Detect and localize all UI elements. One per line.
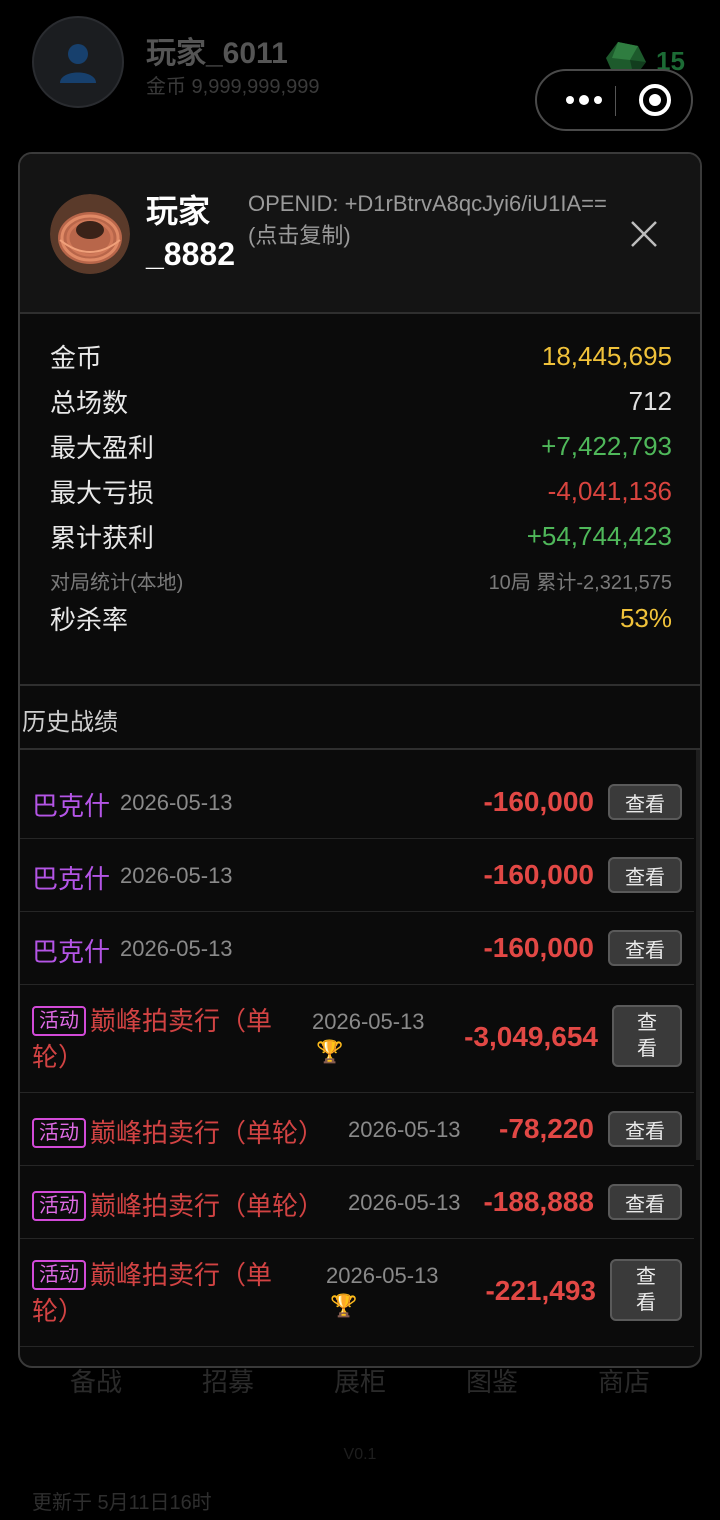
stat-value: 18,445,695 xyxy=(541,341,672,371)
player-name: 玩家_8882 xyxy=(146,193,235,272)
history-item: 活动 巅峰拍卖行（单轮） 2026-05-13 -188,888 查看 xyxy=(20,1166,694,1239)
close-icon[interactable] xyxy=(626,216,662,252)
view-button[interactable]: 查看 xyxy=(610,1259,682,1321)
battle-date: 2026-05-13 xyxy=(312,1009,425,1034)
player-profile-modal: 玩家_8882 OPENID: +D1rBtrvA8qcJyi6/iU1IA==… xyxy=(18,152,702,1368)
stat-label: 最大盈利 xyxy=(50,433,155,463)
view-button[interactable]: 查看 xyxy=(608,1184,682,1220)
stat-label: 秒杀率 xyxy=(50,605,129,635)
battle-date: 2026-05-13 xyxy=(120,936,233,961)
history-item: 巴克什 2026-05-13 -160,000 查看 xyxy=(20,766,694,839)
user-avatar[interactable] xyxy=(32,16,124,108)
divider xyxy=(20,748,700,750)
view-button[interactable]: 查看 xyxy=(608,930,682,966)
stat-value: 712 xyxy=(628,386,672,416)
event-badge: 活动 xyxy=(32,1006,86,1036)
event-name: 巅峰拍卖行（单轮） xyxy=(90,1191,325,1221)
stat-row: 累计获利 +54,744,423 xyxy=(50,518,672,555)
view-button[interactable]: 查看 xyxy=(608,784,682,820)
stat-value: 53% xyxy=(619,603,672,633)
history-item: 活动 巅峰拍卖行（单轮） 2026-05-13 -78,220 查看 xyxy=(20,1093,694,1166)
battle-date: 2026-05-13 xyxy=(348,1117,461,1142)
stat-label: 最大亏损 xyxy=(50,478,155,508)
player-avatar xyxy=(50,194,130,274)
history-item: 巴克什 2026-05-13 -160,000 查看 xyxy=(20,912,694,985)
event-badge: 活动 xyxy=(32,1118,86,1148)
view-button[interactable]: 查看 xyxy=(608,857,682,893)
view-button[interactable]: 查看 xyxy=(612,1005,682,1067)
person-icon xyxy=(60,44,96,83)
battle-date: 2026-05-13 xyxy=(348,1190,461,1215)
stat-row: 最大盈利 +7,422,793 xyxy=(50,428,672,465)
event-badge: 活动 xyxy=(32,1260,86,1290)
more-dot-icon xyxy=(594,96,602,104)
stat-label: 对局统计(本地) xyxy=(50,572,184,594)
stat-value: -4,041,136 xyxy=(547,476,672,506)
battle-amount: -160,000 xyxy=(483,932,594,963)
update-time: 更新于 5月11日16时 xyxy=(32,1492,212,1514)
username: 玩家_6011 xyxy=(146,37,288,70)
stat-value: 10局 累计-2,321,575 xyxy=(488,572,672,594)
exit-target-icon[interactable] xyxy=(639,84,671,116)
version-label: V0.1 xyxy=(343,1446,377,1463)
battle-name: 巴克什 xyxy=(32,791,111,821)
stat-row: 最大亏损 -4,041,136 xyxy=(50,473,672,510)
player-stats: 金币 18,445,695 总场数 712 最大盈利 +7,422,793 最大亏损 -4,0… xyxy=(20,314,700,686)
stat-label: 累计获利 xyxy=(50,523,155,553)
stat-label: 总场数 xyxy=(50,388,129,418)
battle-name: 巴克什 xyxy=(32,937,111,967)
battle-amount: -160,000 xyxy=(483,786,594,817)
battle-name: 活动 巅峰拍卖行（单轮） xyxy=(32,1186,324,1223)
battle-name: 巴克什 xyxy=(32,864,111,894)
stat-row: 金币 18,445,695 xyxy=(50,338,672,375)
history-item: 巴克什 2026-05-13 -160,000 查看 xyxy=(20,839,694,912)
trophy-icon: 🏆 xyxy=(316,1039,344,1064)
history-item: 活动 巅峰拍卖行（单轮） 2026-05-13 🏆 -3,049,654 查看 xyxy=(20,985,694,1093)
event-badge: 活动 xyxy=(32,1191,86,1221)
battle-amount: -221,493 xyxy=(485,1275,596,1306)
history-title: 历史战绩 xyxy=(22,709,118,736)
battle-amount: -3,049,654 xyxy=(464,1021,598,1052)
coil-avatar-icon xyxy=(50,194,130,274)
more-dot-icon xyxy=(566,96,574,104)
view-button[interactable]: 查看 xyxy=(608,1111,682,1147)
stat-value: +7,422,793 xyxy=(541,431,672,461)
scrollbar[interactable] xyxy=(696,750,700,1160)
battle-amount: -78,220 xyxy=(499,1113,594,1144)
capsule-divider xyxy=(615,86,616,116)
history-item: 活动 巅峰拍卖行（单轮） 2026-05-13 🏆 -221,493 查看 xyxy=(20,1239,694,1347)
stat-value: +54,744,423 xyxy=(526,521,672,551)
coin-balance: 金币 9,999,999,999 xyxy=(146,76,320,98)
battle-amount: -188,888 xyxy=(483,1186,594,1217)
battle-name: 活动 巅峰拍卖行（单轮） xyxy=(32,1257,294,1329)
battle-date: 2026-05-13 xyxy=(120,790,233,815)
more-menu-button[interactable] xyxy=(555,71,613,129)
battle-name: 活动 巅峰拍卖行（单轮） xyxy=(32,1003,294,1075)
modal-header: 玩家_8882 OPENID: +D1rBtrvA8qcJyi6/iU1IA==… xyxy=(20,154,700,314)
battle-amount: -160,000 xyxy=(483,859,594,890)
stat-row: 总场数 712 xyxy=(50,383,672,420)
battle-date: 2026-05-13 xyxy=(326,1263,439,1288)
stat-label: 金币 xyxy=(50,343,103,373)
battle-date: 2026-05-13 xyxy=(120,863,233,888)
stat-row: 对局统计(本地) 10局 累计-2,321,575 xyxy=(50,566,672,595)
openid-copy[interactable]: OPENID: +D1rBtrvA8qcJyi6/iU1IA== (点击复制) xyxy=(248,188,608,252)
stat-row: 秒杀率 53% xyxy=(50,600,672,637)
trophy-icon: 🏆 xyxy=(330,1293,358,1318)
event-name: 巅峰拍卖行（单轮） xyxy=(90,1118,325,1148)
more-dot-icon xyxy=(579,95,589,105)
miniprogram-capsule xyxy=(535,69,693,131)
battle-name: 活动 巅峰拍卖行（单轮） xyxy=(32,1113,324,1150)
